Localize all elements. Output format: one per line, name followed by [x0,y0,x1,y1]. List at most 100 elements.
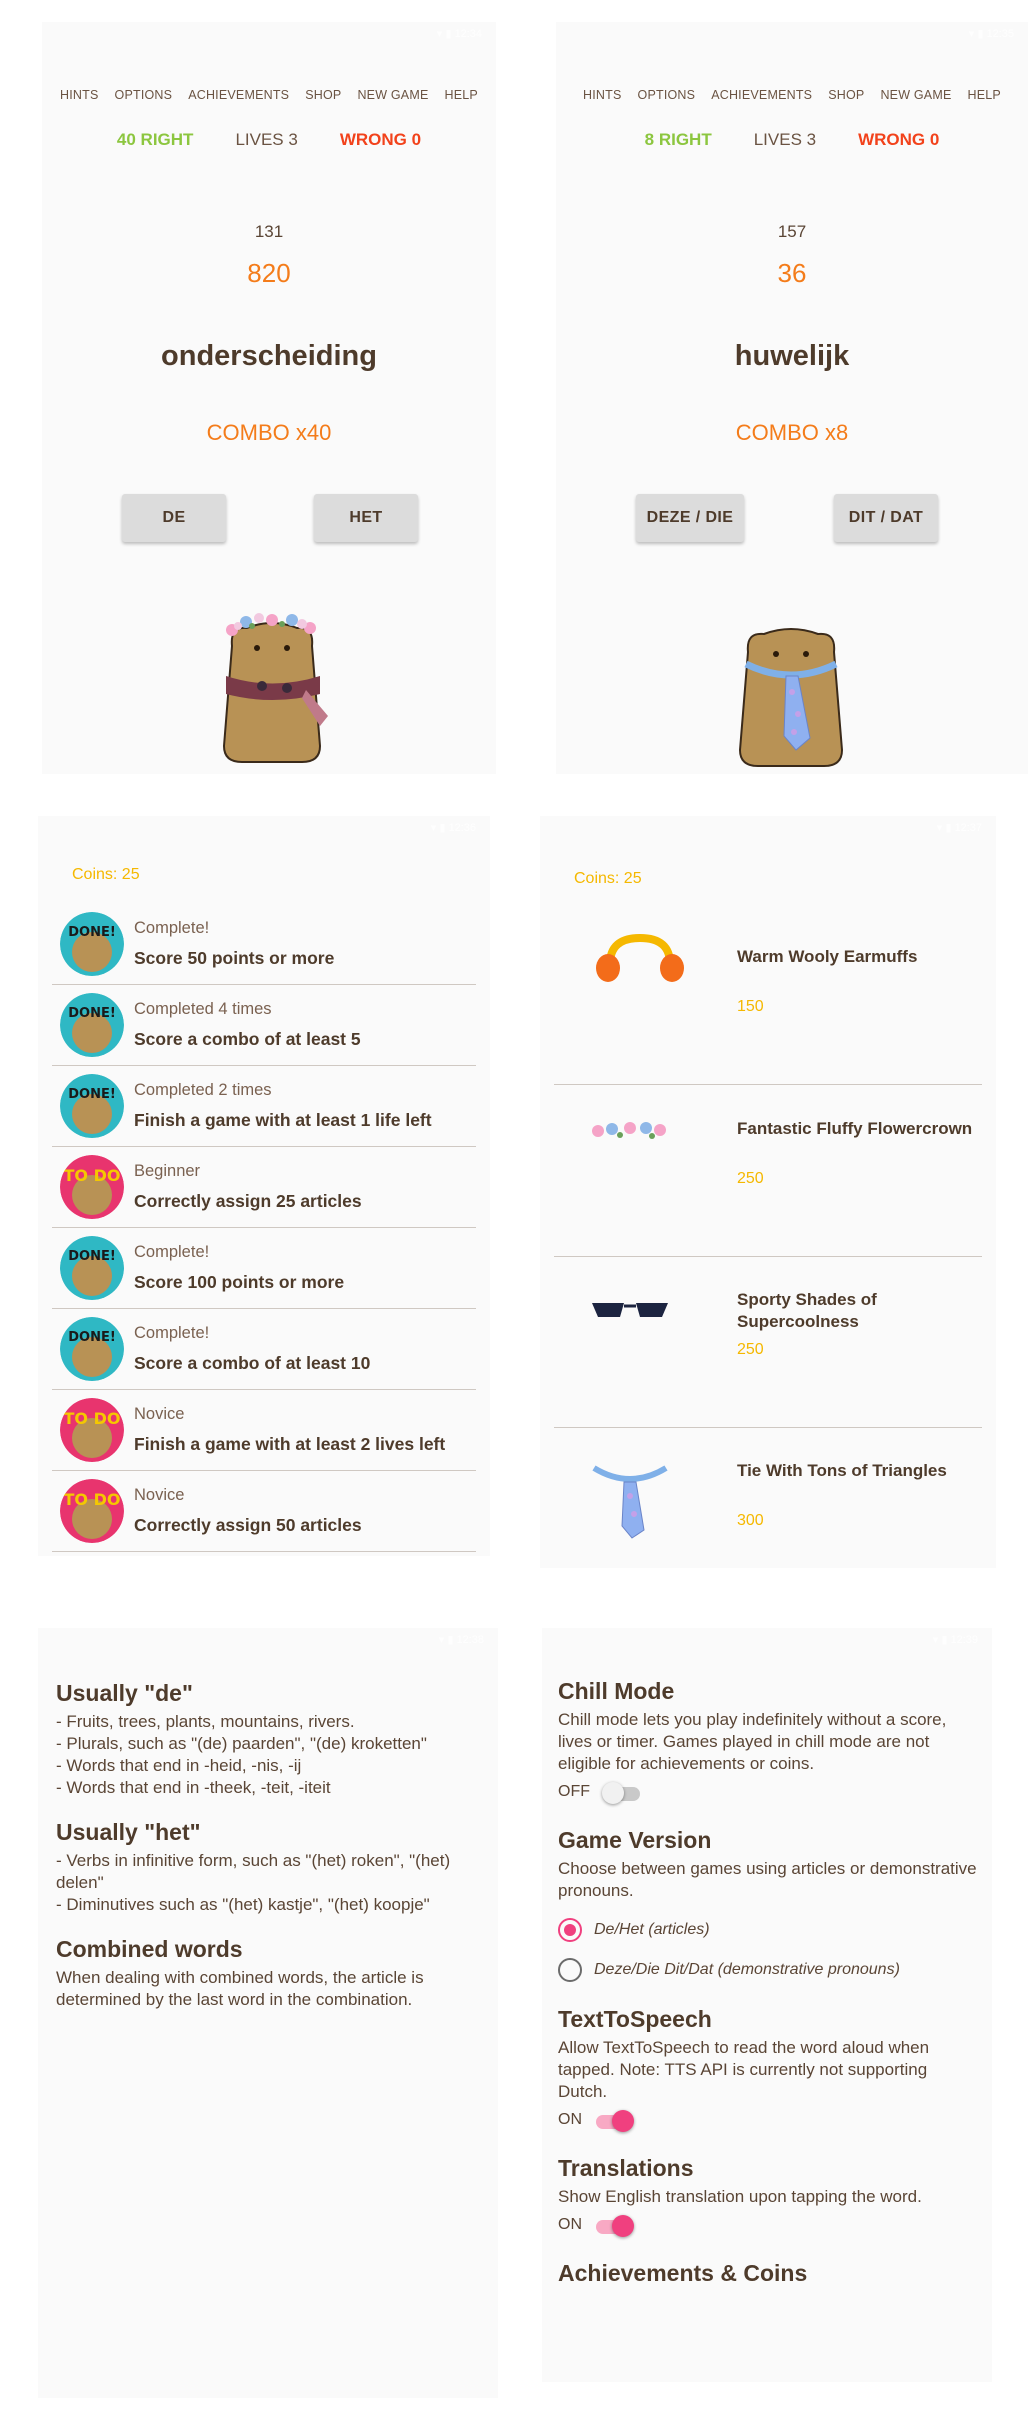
menu-new-game[interactable]: NEW GAME [880,88,951,102]
version-option-demonstratives[interactable]: Deze/Die Dit/Dat (demonstrative pronouns… [558,1958,980,1982]
status-bar: ▾ ▮ 12:37 [936,822,982,834]
achievement-item[interactable]: DONE! Completed 2 times Finish a game wit… [52,1066,476,1147]
coins-balance: Coins: 25 [72,866,140,883]
achievement-title: Score a combo of at least 5 [134,1029,361,1049]
achievement-item[interactable]: TO DO Novice Correctly assign 50 articles [52,1471,476,1552]
shop-item[interactable]: Sporty Shades of Supercoolness 250 [554,1257,982,1428]
combo-label: COMBO x40 [206,420,332,445]
todo-badge-icon: TO DO [60,1155,124,1219]
status-bar: ▾ ▮ 12:36 [430,822,476,834]
chill-mode-toggle[interactable] [602,1781,642,1804]
menu-help[interactable]: HELP [445,88,478,102]
menu-hints[interactable]: HINTS [60,88,99,102]
item-price: 150 [737,998,764,1015]
achievement-status: Beginner [134,1162,201,1180]
achievement-item[interactable]: DONE! Complete! Score 100 points or more [52,1228,476,1309]
status-bar: ▾ ▮ 12:35 [968,28,1014,40]
menu-new-game[interactable]: NEW GAME [357,88,428,102]
achievement-item[interactable]: DONE! Completed 4 times Score a combo of … [52,985,476,1066]
svg-text:DONE!: DONE! [68,1249,116,1264]
achievement-status: Complete! [134,1324,210,1342]
hint-heading-het: Usually "het" [56,1819,201,1845]
menu-shop[interactable]: SHOP [828,88,864,102]
shop-item[interactable]: Tie With Tons of Triangles 300 [554,1428,982,1568]
achievement-title: Score 100 points or more [134,1272,345,1292]
hint-line: When dealing with combined words, the ar… [56,1968,424,2009]
svg-text:DONE!: DONE! [68,1006,116,1021]
menu-help[interactable]: HELP [968,88,1001,102]
wrong-count: WRONG 0 [339,130,422,149]
item-price: 250 [737,1341,764,1358]
done-badge-icon: DONE! [60,993,124,1057]
svg-text:TO DO: TO DO [64,1490,121,1509]
achievement-title: Score a combo of at least 10 [134,1353,371,1373]
right-count: 40 RIGHT [116,130,194,149]
status-bar: ▾ ▮ 12:38 [438,1634,484,1646]
shop-item[interactable]: Warm Wooly Earmuffs 150 [554,914,982,1085]
hint-heading-de: Usually "de" [56,1680,193,1706]
chill-mode-state: OFF [558,1783,590,1800]
options-content: Chill Mode Chill mode lets you play inde… [558,1678,980,2287]
achievement-status: Completed 2 times [134,1081,272,1099]
achievement-item[interactable]: DONE! Complete! Score 50 points or more [52,904,476,985]
done-badge-icon: DONE! [60,1074,124,1138]
translations-description: Show English translation upon tapping th… [558,2187,922,2206]
de-button[interactable]: DE [122,494,226,542]
chill-mode-description: Chill mode lets you play indefinitely wi… [558,1710,947,1773]
deze-die-button[interactable]: DEZE / DIE [636,494,744,542]
hint-line: - Verbs in infinitive form, such as "(he… [56,1851,451,1892]
achievement-list: DONE! Complete! Score 50 points or more D… [52,904,476,1552]
dit-dat-button[interactable]: DIT / DAT [834,494,938,542]
status-bar: ▾ ▮ 12:34 [436,28,482,40]
current-word[interactable]: huwelijk [556,340,1028,373]
svg-text:DONE!: DONE! [68,1330,116,1345]
achievement-status: Complete! [134,1243,210,1261]
achievement-title: Finish a game with at least 1 life left [134,1110,432,1130]
hint-line: - Diminutives such as "(het) kastje", "(… [56,1895,430,1914]
sunglasses-icon [592,1303,668,1317]
score-bar: 40 RIGHT LIVES 3 WRONG 0 [42,130,496,150]
version-option-label: Deze/Die Dit/Dat (demonstrative pronouns… [594,1961,900,1978]
hint-line: - Words that end in -theek, -teit, -itei… [56,1778,331,1797]
item-name: Tie With Tons of Triangles [737,1461,947,1480]
achievement-status: Completed 4 times [134,1000,272,1018]
current-word[interactable]: onderscheiding [42,340,496,373]
version-option-articles[interactable]: De/Het (articles) [558,1918,980,1942]
het-button[interactable]: HET [314,494,418,542]
done-badge-icon: DONE! [60,1236,124,1300]
word-counter: 157 [777,222,807,241]
menu-options[interactable]: OPTIONS [115,88,173,102]
achievements-coins-heading: Achievements & Coins [558,2260,808,2286]
earmuffs-icon [596,934,684,982]
menu-achievements[interactable]: ACHIEVEMENTS [188,88,289,102]
chill-mode-row: OFF [558,1781,980,1804]
translations-toggle[interactable] [594,2214,634,2237]
shop-item[interactable]: Fantastic Fluffy Flowercrown 250 [554,1086,982,1257]
radio-selected-icon[interactable] [558,1918,582,1942]
done-badge-icon: DONE! [60,912,124,976]
mascot-with-tie [738,628,844,767]
hints-screen: ▾ ▮ 12:38 Usually "de" - Fruits, trees, … [38,1628,498,2398]
menu-options[interactable]: OPTIONS [638,88,696,102]
menu-shop[interactable]: SHOP [305,88,341,102]
tts-heading: TextToSpeech [558,2006,712,2032]
achievement-item[interactable]: TO DO Novice Finish a game with at least … [52,1390,476,1471]
achievement-item[interactable]: TO DO Beginner Correctly assign 25 articl… [52,1147,476,1228]
translations-row: ON [558,2214,980,2237]
tie-icon [592,1465,668,1539]
svg-text:DONE!: DONE! [68,925,116,940]
achievement-item[interactable]: DONE! Complete! Score a combo of at least… [52,1309,476,1390]
menu-achievements[interactable]: ACHIEVEMENTS [711,88,812,102]
svg-text:DONE!: DONE! [68,1087,116,1102]
word-counter: 131 [254,222,284,241]
flowercrown-icon [592,1122,666,1139]
score-value: 820 [247,258,291,288]
wrong-count: WRONG 0 [858,130,940,149]
options-screen: ▾ ▮ 12:39 Chill Mode Chill mode lets you… [542,1628,992,2382]
achievement-status: Complete! [134,919,210,937]
radio-unselected-icon[interactable] [558,1958,582,1982]
achievements-screen: ▾ ▮ 12:36 Coins: 25 DONE! Complete! Score… [38,816,490,1556]
translations-heading: Translations [558,2155,694,2181]
tts-toggle[interactable] [594,2109,634,2132]
menu-hints[interactable]: HINTS [583,88,622,102]
